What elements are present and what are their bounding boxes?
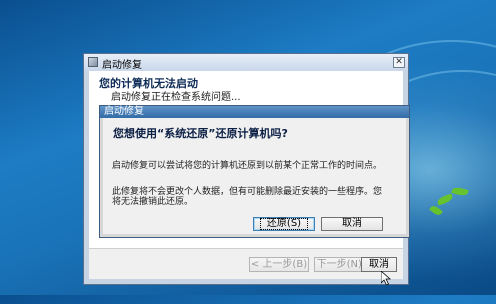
arrow-cursor-icon — [381, 271, 391, 285]
window-footer: < 上一步(B) 下一步(N) > 取消 — [89, 248, 403, 279]
window-title: 启动修复 — [102, 60, 142, 71]
status-text: 启动修复正在检查系统问题... — [111, 92, 241, 103]
dialog-question: 您想使用“系统还原”还原计算机吗? — [113, 127, 288, 140]
dialog-note: 此修复将不会更改个人数据，但有可能删除最近安装的一些程序。您将无法撤销此还原。 — [112, 187, 383, 207]
restore-button-label: 还原(S) — [259, 218, 309, 230]
system-restore-dialog: 启动修复 您想使用“系统还原”还原计算机吗? 启动修复可以尝试将您的计算机还原到… — [99, 105, 410, 238]
dialog-title: 启动修复 — [104, 106, 144, 117]
dialog-content: 您想使用“系统还原”还原计算机吗? 启动修复可以尝试将您的计算机还原到以前某个正… — [103, 118, 406, 234]
dialog-description: 启动修复可以尝试将您的计算机还原到以前某个正常工作的时间点。 — [112, 161, 383, 171]
cancel-button[interactable]: 取消 — [361, 257, 397, 272]
restore-button[interactable]: 还原(S) — [253, 217, 315, 231]
back-button[interactable]: < 上一步(B) — [249, 257, 309, 272]
dialog-titlebar[interactable]: 启动修复 — [100, 106, 409, 118]
window-titlebar[interactable]: 启动修复 ✕ — [84, 54, 408, 71]
close-button[interactable]: ✕ — [393, 57, 405, 68]
dialog-cancel-button[interactable]: 取消 — [321, 217, 383, 231]
startup-repair-icon — [88, 57, 98, 67]
